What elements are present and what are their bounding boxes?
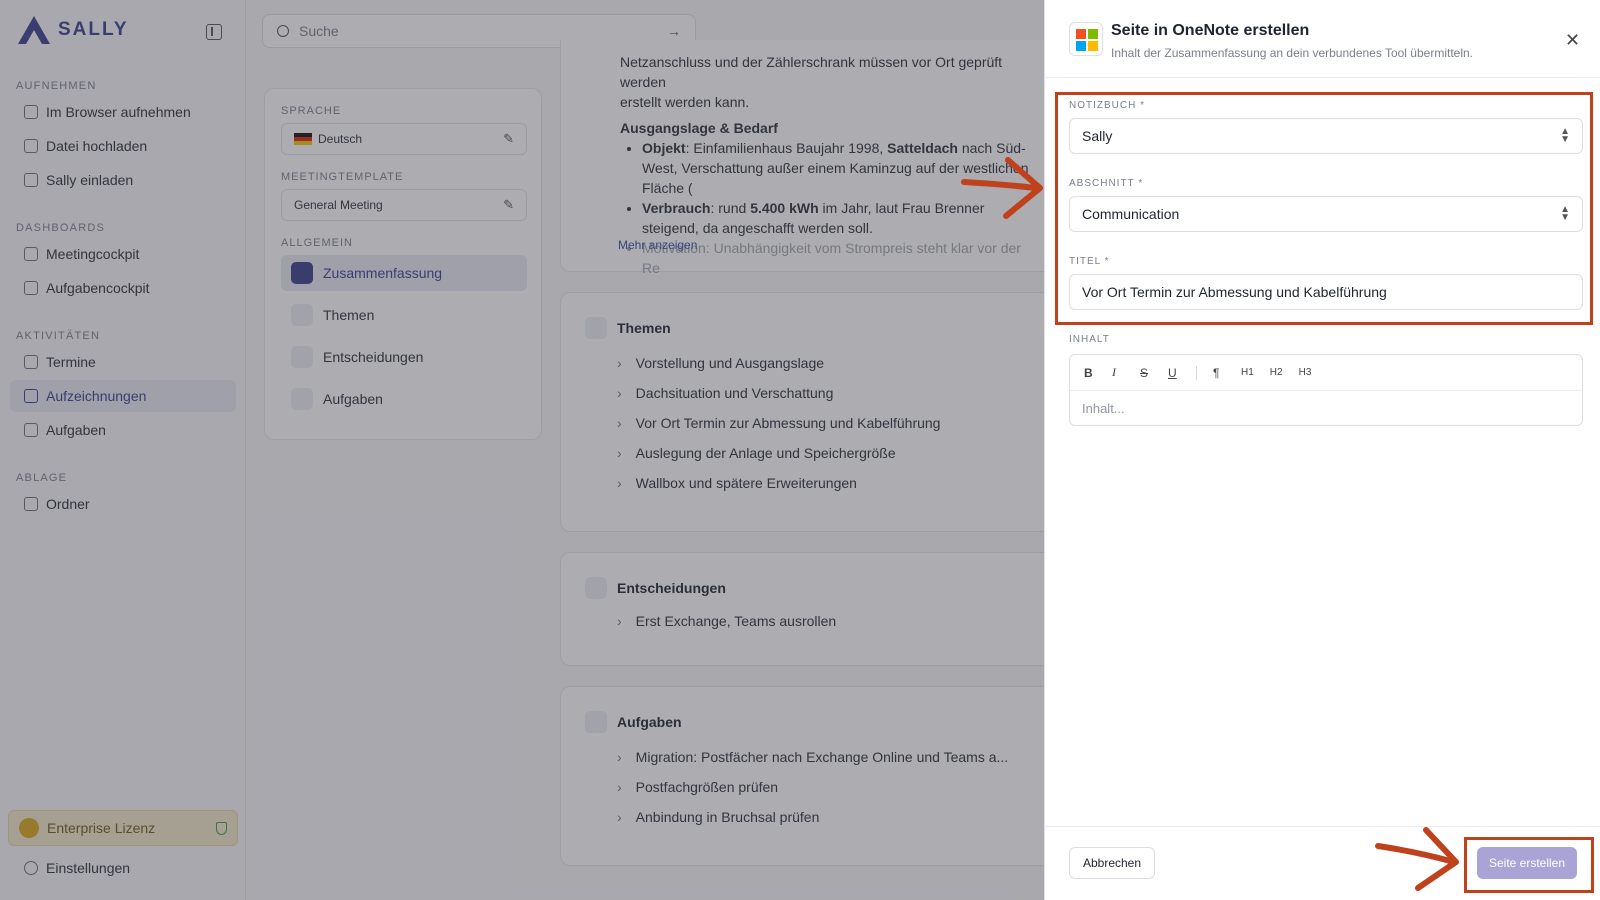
drawer-title: Seite in OneNote erstellen xyxy=(1111,22,1310,39)
underline-icon[interactable]: U xyxy=(1168,366,1180,380)
heading1-icon[interactable]: H1 xyxy=(1241,367,1254,378)
content-editor[interactable]: Inhalt... xyxy=(1070,391,1582,425)
heading3-icon[interactable]: H3 xyxy=(1299,367,1312,378)
annotation-arrow-icon xyxy=(961,157,1043,219)
italic-icon[interactable]: I xyxy=(1112,365,1124,380)
bold-icon[interactable]: B xyxy=(1084,366,1096,380)
modal-backdrop[interactable] xyxy=(0,0,1044,900)
paragraph-icon[interactable]: ¶ xyxy=(1213,366,1225,380)
annotation-highlight-fields xyxy=(1055,92,1593,325)
rich-text-editor: B I S U ¶ H1 H2 H3 Inhalt... xyxy=(1069,354,1583,426)
annotation-arrow-icon xyxy=(1375,827,1459,891)
close-icon[interactable]: ✕ xyxy=(1565,30,1580,51)
strikethrough-icon[interactable]: S xyxy=(1140,366,1152,380)
microsoft-logo-icon xyxy=(1069,22,1103,56)
drawer-subtitle: Inhalt der Zusammenfassung an dein verbu… xyxy=(1111,46,1473,60)
content-label: INHALT xyxy=(1069,334,1110,345)
heading2-icon[interactable]: H2 xyxy=(1270,367,1283,378)
editor-toolbar: B I S U ¶ H1 H2 H3 xyxy=(1070,355,1582,391)
drawer-header: Seite in OneNote erstellen Inhalt der Zu… xyxy=(1045,0,1600,78)
toolbar-divider xyxy=(1196,365,1197,380)
annotation-highlight-create xyxy=(1464,837,1594,893)
cancel-button[interactable]: Abbrechen xyxy=(1069,847,1155,879)
